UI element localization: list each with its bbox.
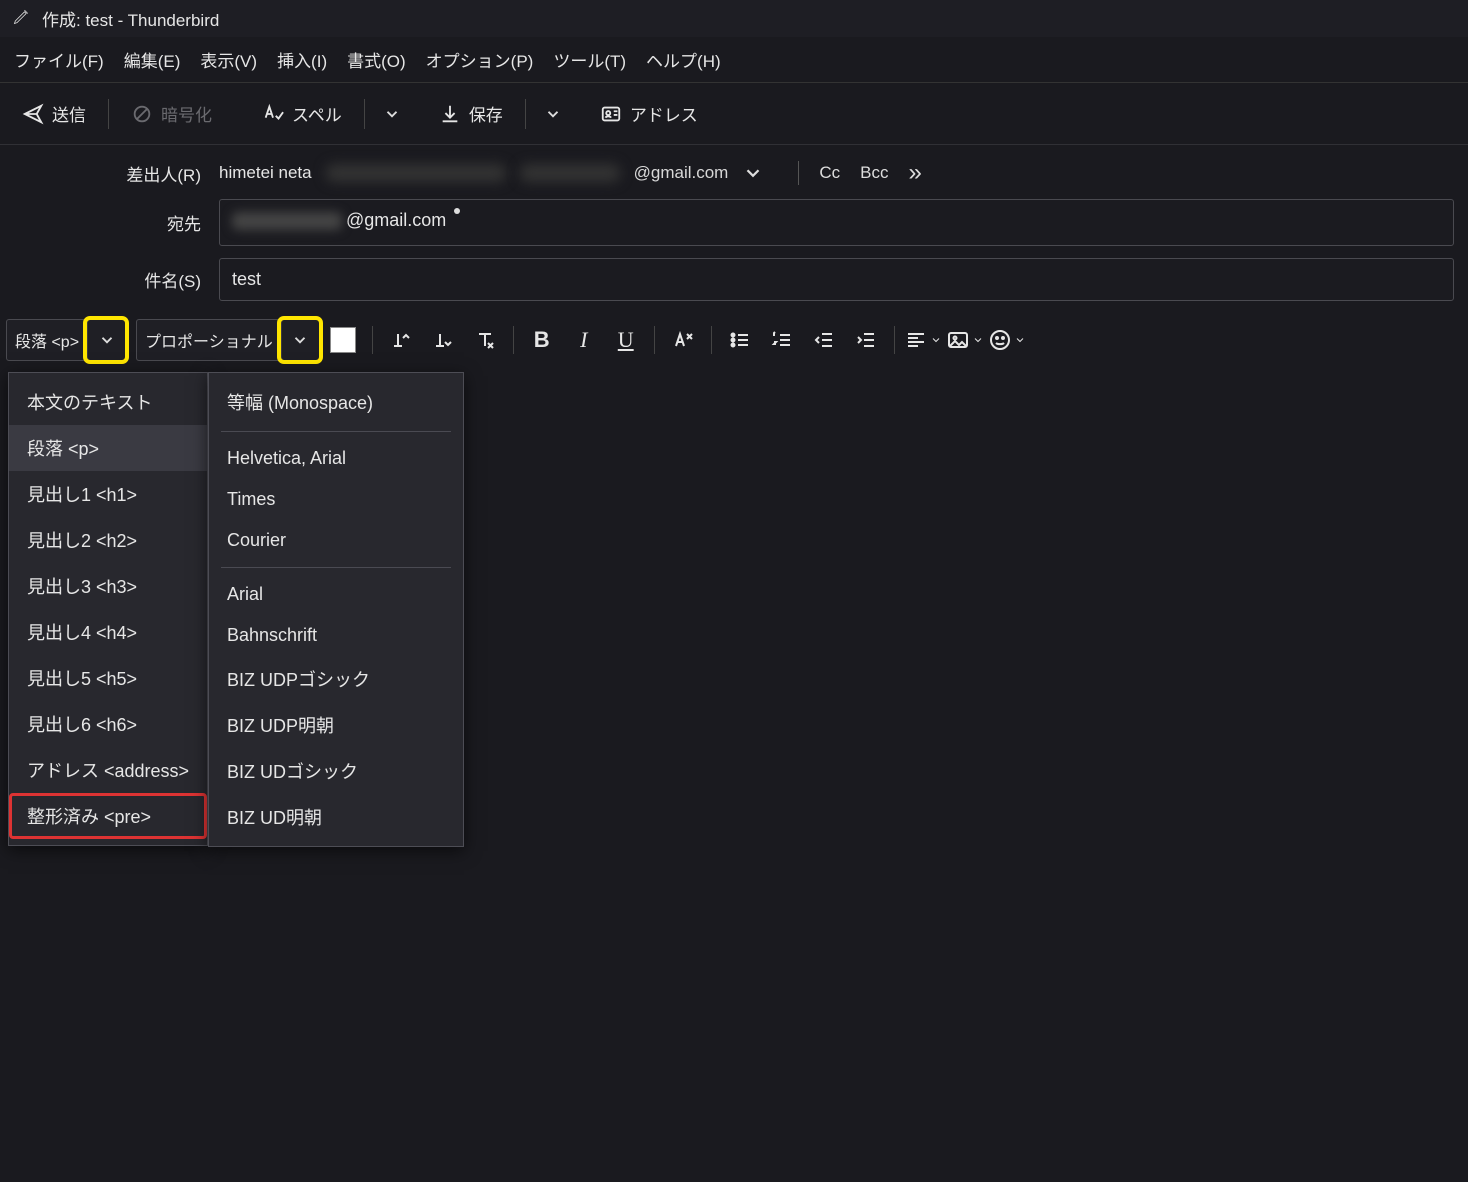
save-label: 保存 [469,101,503,126]
separator [798,161,799,185]
font-family-menu: 等幅 (Monospace) Helvetica, ArialTimesCouri… [208,372,464,847]
outdent-button[interactable] [804,320,844,360]
main-toolbar: 送信 暗号化 スペル 保存 アドレス [0,83,1468,145]
separator [654,326,655,354]
bold-button[interactable]: B [522,320,562,360]
from-label: 差出人(R) [14,161,219,186]
font-size-decrease-button[interactable] [381,320,421,360]
compose-header: 差出人(R) himetei neta @gmail.com Cc Bcc » … [0,145,1468,301]
separator [894,326,895,354]
clear-format-button[interactable] [465,320,505,360]
separator [108,99,109,129]
bullet-list-button[interactable] [720,320,760,360]
font-family-option[interactable]: Courier [209,520,463,561]
window-titlebar: 作成: test - Thunderbird [0,0,1468,37]
paragraph-style-combo[interactable]: 段落 <p> [6,319,126,361]
separator [372,326,373,354]
separator [711,326,712,354]
italic-button[interactable]: I [564,320,604,360]
numbered-list-button[interactable] [762,320,802,360]
paragraph-style-label: 段落 <p> [7,328,87,352]
send-button[interactable]: 送信 [14,97,94,130]
paragraph-style-option[interactable]: 見出し3 <h3> [9,563,207,609]
menu-options[interactable]: オプション(P) [426,47,534,72]
redacted [232,212,342,230]
font-family-option[interactable]: BIZ UD明朝 [209,794,463,840]
menu-view[interactable]: 表示(V) [200,47,257,72]
paragraph-style-menu: 本文のテキスト段落 <p>見出し1 <h1>見出し2 <h2>見出し3 <h3>… [8,372,208,846]
from-email-suffix: @gmail.com [634,163,729,183]
save-button[interactable]: 保存 [431,97,511,130]
indent-button[interactable] [846,320,886,360]
paragraph-style-option[interactable]: 見出し5 <h5> [9,655,207,701]
to-row: 宛先 @gmail.com [14,199,1454,246]
save-dropdown[interactable] [540,105,566,123]
menu-insert[interactable]: 挿入(I) [277,47,327,72]
chevron-down-icon[interactable] [742,162,764,184]
align-button[interactable] [903,320,943,360]
text-color-swatch[interactable] [330,327,356,353]
pencil-icon [12,6,32,31]
menu-file[interactable]: ファイル(F) [14,47,104,72]
encrypt-button[interactable]: 暗号化 [123,97,220,130]
format-toolbar: 段落 <p> プロポーショナル B I U [0,313,1468,367]
spell-button[interactable]: スペル [254,97,350,130]
font-size-increase-button[interactable] [423,320,463,360]
font-family-option[interactable]: Arial [209,574,463,615]
paragraph-style-option[interactable]: 段落 <p> [9,425,207,471]
bcc-button[interactable]: Bcc [860,163,888,183]
address-button[interactable]: アドレス [592,97,706,130]
font-family-option[interactable]: BIZ UDゴシック [209,748,463,794]
font-family-option[interactable]: Times [209,479,463,520]
encrypt-label: 暗号化 [161,101,212,126]
underline-button[interactable]: U [606,320,646,360]
to-email-suffix: @gmail.com [346,210,446,231]
menu-help[interactable]: ヘルプ(H) [646,47,721,72]
font-family-dropdown-button[interactable] [281,320,319,360]
paragraph-style-option[interactable]: 見出し2 <h2> [9,517,207,563]
font-family-option[interactable]: Bahnschrift [209,615,463,656]
spell-label: スペル [292,101,342,126]
subject-row: 件名(S) [14,258,1454,301]
paragraph-style-option[interactable]: 整形済み <pre> [9,793,207,839]
recipient-indicator-icon [454,208,460,214]
menu-tools[interactable]: ツール(T) [553,47,626,72]
separator [513,326,514,354]
paragraph-style-option[interactable]: 見出し1 <h1> [9,471,207,517]
font-family-option[interactable]: Helvetica, Arial [209,438,463,479]
font-family-option[interactable]: BIZ UDP明朝 [209,702,463,748]
to-label: 宛先 [14,210,219,235]
to-input[interactable]: @gmail.com [219,199,1454,246]
subject-label: 件名(S) [14,267,219,292]
font-family-option[interactable]: 等幅 (Monospace) [209,379,463,425]
from-value[interactable]: himetei neta @gmail.com Cc Bcc » [219,159,1454,187]
paragraph-style-option[interactable]: アドレス <address> [9,747,207,793]
separator [525,99,526,129]
address-label: アドレス [630,101,698,126]
remove-styling-button[interactable] [663,320,703,360]
menu-format[interactable]: 書式(O) [347,47,406,72]
paragraph-style-option[interactable]: 見出し4 <h4> [9,609,207,655]
menubar: ファイル(F) 編集(E) 表示(V) 挿入(I) 書式(O) オプション(P)… [0,37,1468,83]
menu-edit[interactable]: 編集(E) [124,47,181,72]
send-label: 送信 [52,101,86,126]
from-row: 差出人(R) himetei neta @gmail.com Cc Bcc » [14,159,1454,187]
paragraph-style-dropdown-button[interactable] [87,320,125,360]
from-name: himetei neta [219,163,312,183]
more-recipients-button[interactable]: » [908,159,919,187]
spell-dropdown[interactable] [379,105,405,123]
font-family-option[interactable]: BIZ UDPゴシック [209,656,463,702]
paragraph-style-option[interactable]: 本文のテキスト [9,379,207,425]
font-family-combo[interactable]: プロポーショナル [136,319,320,361]
subject-input[interactable] [219,258,1454,301]
insert-image-button[interactable] [945,320,985,360]
separator [364,99,365,129]
emoji-button[interactable] [987,320,1027,360]
window-title: 作成: test - Thunderbird [42,6,219,31]
font-family-label: プロポーショナル [137,328,281,352]
paragraph-style-option[interactable]: 見出し6 <h6> [9,701,207,747]
redacted [520,164,620,182]
redacted [326,164,506,182]
cc-button[interactable]: Cc [819,163,840,183]
